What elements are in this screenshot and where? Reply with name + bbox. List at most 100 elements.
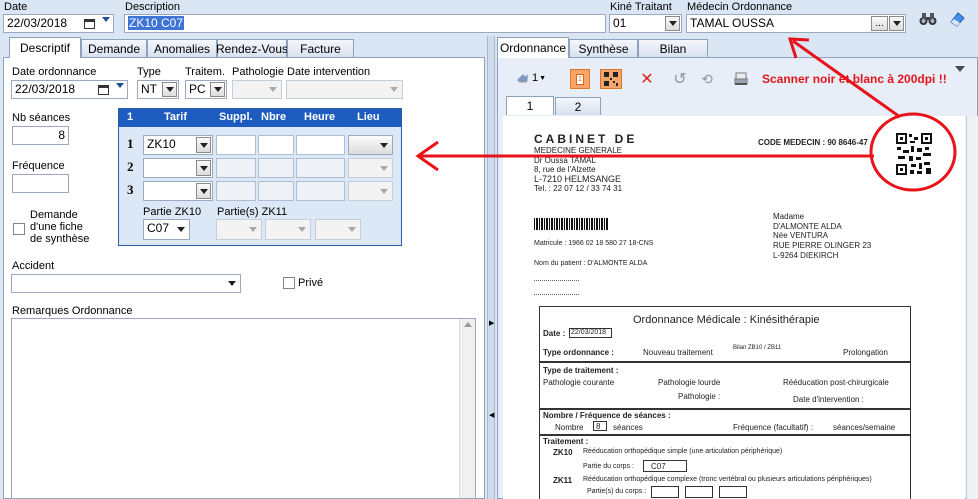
heure-cell[interactable] xyxy=(296,181,345,201)
tarif-select[interactable] xyxy=(143,158,213,178)
nb-seances-input[interactable]: 8 xyxy=(12,126,69,145)
prive-checkbox[interactable] xyxy=(283,277,295,289)
chevron-down-icon[interactable] xyxy=(224,276,239,291)
chevron-down-icon[interactable] xyxy=(376,183,391,199)
suppl-cell[interactable] xyxy=(216,158,256,178)
doc-partie-box xyxy=(719,486,747,498)
splitter[interactable]: ▶ ◀ xyxy=(487,36,495,499)
suppl-cell[interactable] xyxy=(216,181,256,201)
lieu-select[interactable] xyxy=(348,135,393,155)
doc-date-value: 22/03/2018 xyxy=(571,329,607,336)
chevron-left-icon[interactable]: ◀ xyxy=(489,411,494,419)
eraser-icon[interactable] xyxy=(948,10,966,28)
scanner-icon[interactable] xyxy=(731,69,751,89)
doc-date-intervention: Date d'intervention : xyxy=(793,395,864,404)
chevron-down-icon[interactable] xyxy=(386,82,401,97)
chevron-right-icon[interactable]: ▶ xyxy=(489,319,494,327)
calendar-icon[interactable] xyxy=(84,18,95,32)
tab-anomalies[interactable]: Anomalies xyxy=(147,39,217,58)
suppl-cell[interactable] xyxy=(216,135,256,155)
binoculars-icon[interactable] xyxy=(919,11,937,27)
chevron-down-icon[interactable] xyxy=(196,183,211,199)
medecin-select[interactable]: TAMAL OUSSA ... xyxy=(686,14,906,33)
nbre-cell[interactable] xyxy=(258,181,294,201)
doc-matricule: Matricule : 1966 02 18 580 27 18-CNS xyxy=(534,240,654,247)
tab-page-1[interactable]: 1 xyxy=(506,96,554,115)
tab-ordonnance[interactable]: Ordonnance xyxy=(497,37,569,58)
pathologie-select[interactable] xyxy=(232,80,282,99)
date-intervention-label: Date intervention xyxy=(287,66,371,78)
chevron-down-icon[interactable] xyxy=(210,82,225,97)
description-input[interactable]: ZK10 C07 xyxy=(124,14,606,33)
chevron-down-icon[interactable] xyxy=(889,16,904,31)
doc-patient-nee: Née VENTURA xyxy=(773,231,829,240)
nbre-cell[interactable] xyxy=(258,135,294,155)
doc-seances-semaine: séances/semaine xyxy=(833,423,896,432)
tab-synthese[interactable]: Synthèse xyxy=(569,39,638,58)
chevron-down-icon[interactable] xyxy=(196,160,211,176)
tab-rendez-vous[interactable]: Rendez-Vous xyxy=(216,39,288,58)
viewer-scrollbar[interactable] xyxy=(966,116,978,499)
chevron-down-icon[interactable] xyxy=(665,16,680,31)
kine-select[interactable]: 01 xyxy=(609,14,682,33)
type-select[interactable]: NT xyxy=(137,80,179,99)
rotate-icon[interactable]: ↺ xyxy=(670,69,690,89)
frequence-input[interactable] xyxy=(12,174,69,193)
delete-icon[interactable]: ✕ xyxy=(637,69,657,89)
import-button[interactable]: 1 ▼ xyxy=(516,68,546,88)
doc-patient-city: L-9264 DIEKIRCH xyxy=(773,251,839,260)
tarif-select[interactable]: ZK10 xyxy=(143,135,213,155)
traitem-select[interactable]: PC xyxy=(185,80,227,99)
doc-type-ord: Type ordonnance : xyxy=(543,348,614,357)
chevron-up-icon[interactable] xyxy=(464,322,472,327)
chevron-down-icon[interactable] xyxy=(376,137,391,153)
chevron-down-icon[interactable] xyxy=(294,221,309,238)
scrollbar[interactable] xyxy=(459,319,475,498)
doc-city: L-7210 HELMSANGE xyxy=(534,174,622,184)
doc-cabinet-sub: MEDECINE GENERALE xyxy=(534,146,623,155)
chevron-down-icon[interactable] xyxy=(245,221,260,238)
tab-descriptif[interactable]: Descriptif xyxy=(9,37,81,58)
chevron-down-icon[interactable] xyxy=(116,83,124,98)
refresh-icon[interactable]: ⟲ xyxy=(697,69,717,89)
chevron-down-icon[interactable] xyxy=(265,82,280,97)
doc-street: 8, rue de l'Alzette xyxy=(534,165,596,174)
chevron-down-icon[interactable] xyxy=(173,221,188,238)
ellipsis-button[interactable]: ... xyxy=(871,16,888,31)
single-page-button[interactable]: 1 xyxy=(570,69,590,89)
doc-frequence: Fréquence (facultatif) : xyxy=(733,423,814,432)
tab-bilan[interactable]: Bilan xyxy=(638,39,708,58)
heure-cell[interactable] xyxy=(296,158,345,178)
lieu-select[interactable] xyxy=(348,181,393,201)
accident-select[interactable] xyxy=(11,274,241,293)
grid-header-number: 1 xyxy=(127,111,134,123)
lieu-select[interactable] xyxy=(348,158,393,178)
date-intervention-field[interactable] xyxy=(286,80,403,99)
date-ordonnance-field[interactable]: 22/03/2018 xyxy=(11,80,128,99)
doc-zk11: ZK11 xyxy=(553,476,573,485)
partie-zk11-select[interactable] xyxy=(265,219,311,240)
chevron-down-icon[interactable]: ▼ xyxy=(539,75,546,82)
tab-facture[interactable]: Facture xyxy=(287,39,354,58)
demande-fiche-label: Demande d'une fiche de synthèse xyxy=(30,209,89,245)
partie-zk11-select[interactable] xyxy=(216,219,262,240)
chevron-down-icon[interactable] xyxy=(162,82,177,97)
demande-fiche-checkbox[interactable] xyxy=(13,223,25,235)
heure-cell[interactable] xyxy=(296,135,345,155)
tarif-select[interactable] xyxy=(143,181,213,201)
chevron-down-icon[interactable] xyxy=(376,160,391,176)
partie-zk10-select[interactable]: C07 xyxy=(143,219,190,240)
tab-demande[interactable]: Demande xyxy=(81,39,147,58)
tab-page-2[interactable]: 2 xyxy=(555,97,601,115)
chevron-down-icon[interactable] xyxy=(102,17,110,32)
nbre-cell[interactable] xyxy=(258,158,294,178)
chevron-down-icon[interactable] xyxy=(196,137,211,153)
doc-patient-line: Nom du patient : D'ALMONTE ALDA xyxy=(534,260,648,267)
partie-zk11-select[interactable] xyxy=(315,219,361,240)
remarques-textarea[interactable] xyxy=(11,318,476,499)
qr-scan-button[interactable] xyxy=(600,69,622,89)
calendar-icon[interactable] xyxy=(98,84,109,98)
date-field[interactable]: 22/03/2018 xyxy=(3,14,114,33)
chevron-down-icon[interactable] xyxy=(344,221,359,238)
chevron-down-icon[interactable] xyxy=(955,66,965,72)
